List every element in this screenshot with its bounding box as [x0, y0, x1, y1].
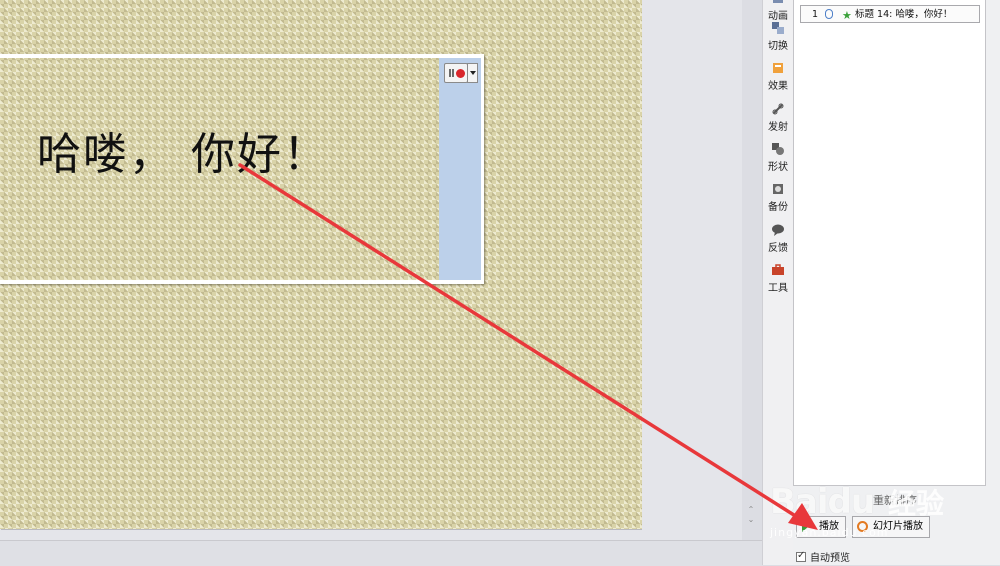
record-dropdown-arrow[interactable] [467, 63, 478, 83]
record-panel [439, 58, 481, 280]
tool-backup[interactable]: 备份 [763, 183, 793, 213]
tool-label: 切换 [768, 41, 788, 52]
slideshow-button[interactable]: 幻灯片播放 [852, 516, 930, 538]
feedback-icon [772, 224, 784, 236]
play-label: 播放 [819, 521, 839, 532]
backup-icon [773, 184, 783, 194]
vertical-tool-strip: 动画 切换 效果 发射 形状 备份 反馈 工具 [762, 0, 794, 565]
tool-label: 备份 [768, 202, 788, 213]
tool-shape[interactable]: 形状 [763, 143, 793, 173]
tool-transition[interactable]: 切换 [763, 22, 793, 52]
mouse-click-icon [825, 9, 833, 19]
animation-icon [773, 0, 783, 3]
tool-label: 反馈 [768, 243, 788, 254]
tool-emit[interactable]: 发射 [763, 103, 793, 133]
record-button[interactable] [444, 63, 468, 83]
animation-list-item[interactable]: 1 ★ 标题 14: 哈喽，你好！ [800, 5, 980, 23]
transition-icon [772, 22, 784, 34]
slideshow-label: 幻灯片播放 [873, 521, 923, 532]
tool-label: 动画 [768, 11, 788, 22]
slide-canvas[interactable]: 哈喽， 你好！ [0, 0, 642, 529]
autopreview-label: 自动预览 [810, 553, 850, 564]
scroll-down-icon[interactable]: ⌄ [745, 515, 757, 525]
reorder-label[interactable]: 重新排序 [873, 492, 917, 508]
tool-feedback[interactable]: 反馈 [763, 224, 793, 254]
tool-label: 效果 [768, 81, 788, 92]
toolbox-icon [772, 264, 784, 275]
tool-label: 工具 [768, 283, 788, 294]
play-button[interactable]: 播放 [796, 516, 846, 538]
item-number: 1 [812, 9, 819, 20]
shape-icon [772, 143, 784, 155]
autopreview-checkbox[interactable]: 自动预览 [796, 549, 850, 564]
record-dot-icon [456, 69, 465, 78]
slide-workspace: 哈喽， 你好！ [0, 0, 742, 540]
status-bar [0, 540, 762, 566]
scroll-up-icon[interactable]: ⌃ [745, 505, 757, 515]
tool-label: 发射 [768, 122, 788, 133]
tool-label: 形状 [768, 162, 788, 173]
scroll-arrows[interactable]: ⌃ ⌄ [745, 505, 757, 527]
animation-list[interactable]: 1 ★ 标题 14: 哈喽，你好！ [793, 0, 986, 486]
custom-animation-panel: 1 ★ 标题 14: 哈喽，你好！ [793, 0, 1000, 565]
slide-scroll-area[interactable] [642, 0, 742, 540]
item-label: 标题 14: 哈喽，你好！ [855, 9, 953, 20]
checkbox-checked-icon[interactable] [796, 550, 806, 562]
effects-icon [773, 63, 783, 73]
tool-effects[interactable]: 效果 [763, 62, 793, 92]
entrance-star-icon: ★ [842, 9, 852, 22]
tool-animation[interactable]: 动画 [763, 0, 793, 22]
slide-title-text[interactable]: 哈喽， 你好！ [37, 118, 329, 182]
play-icon [802, 522, 808, 532]
emit-icon [772, 103, 784, 115]
pause-icon [449, 69, 454, 77]
slideshow-icon [857, 521, 868, 532]
tool-toolbox[interactable]: 工具 [763, 264, 793, 294]
